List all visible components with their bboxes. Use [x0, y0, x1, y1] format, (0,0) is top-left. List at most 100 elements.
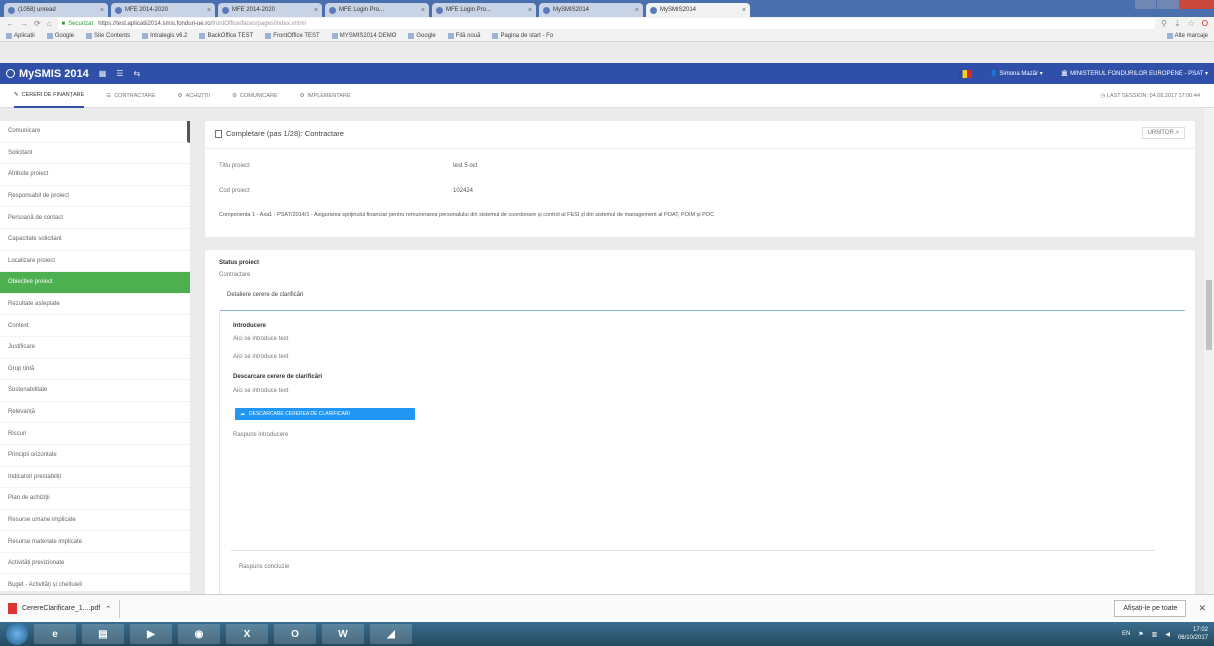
downloaded-file[interactable]: CerereClarificare_1....pdf ⌃ — [8, 599, 121, 618]
divider — [231, 550, 1155, 551]
next-step-button[interactable]: URMTOR > — [1141, 127, 1185, 139]
browser-tab-active[interactable]: MySMIS2014 × — [646, 3, 750, 17]
sidebar-item-sustenabilitate[interactable]: Sustenabilitate — [0, 380, 190, 402]
tab-favicon-icon — [222, 6, 229, 14]
bookmark-item[interactable]: Google — [408, 32, 436, 39]
nav-tab-implementare[interactable]: ⚙ Implementare — [300, 93, 351, 99]
language-indicator[interactable]: EN — [1122, 631, 1130, 637]
taskbar-app-icon[interactable]: ◢ — [370, 624, 412, 644]
nav-tab-comunicare[interactable]: ⚙ Comunicare — [232, 93, 278, 99]
back-arrow-icon[interactable]: ← — [6, 19, 14, 28]
taskbar-word-icon[interactable]: W — [322, 624, 364, 644]
close-tab-icon[interactable]: × — [528, 7, 532, 14]
zoom-icon[interactable]: ⚲ — [1161, 19, 1167, 28]
sidebar-item-grup-tinta[interactable]: Grup țintă — [0, 359, 190, 381]
scrollbar-thumb[interactable] — [1206, 280, 1212, 350]
sidebar-item-plan-achizitii[interactable]: Plan de achiziții — [0, 488, 190, 510]
arrows-icon[interactable]: ⇆ — [133, 69, 140, 78]
sidebar-item-justificare[interactable]: Justificare — [0, 337, 190, 359]
nav-tab-achizitii[interactable]: ⚙ Achiziții — [178, 93, 210, 99]
taskbar-outlook-icon[interactable]: O — [274, 624, 316, 644]
sidebar-item-capacitate[interactable]: Capacitate solicitant — [0, 229, 190, 251]
sidebar-item-comunicare[interactable]: Comunicare — [0, 121, 190, 143]
grid-menu-icon[interactable]: ▦ — [99, 69, 107, 78]
taskbar-clock[interactable]: 17:02 06/10/2017 — [1178, 626, 1208, 642]
browser-tab[interactable]: MFE 2014-2020 × — [218, 3, 322, 17]
tray-flag-icon[interactable]: ⚑ — [1138, 631, 1143, 638]
bookmark-item[interactable]: Site Contents — [86, 32, 130, 39]
bookmark-item[interactable]: Google — [46, 32, 74, 39]
sidebar-item-activitati[interactable]: Activități previzionate — [0, 553, 190, 575]
show-all-downloads-button[interactable]: Afișați-le pe toate — [1114, 600, 1187, 617]
bookmark-item[interactable]: Pagina de start - Fo — [492, 32, 553, 39]
other-bookmarks[interactable]: Alte marcaje — [1166, 32, 1208, 39]
sidebar-item-buget[interactable]: Buget - Activități și cheltuieli — [0, 574, 190, 597]
sidebar-item-obiective[interactable]: Obiective proiect — [0, 272, 190, 294]
organization-name: MINISTERUL FONDURILOR EUROPENE - PSAT — [1070, 71, 1204, 77]
maximize-button[interactable] — [1157, 0, 1179, 9]
bookmark-star-icon[interactable]: ☆ — [1188, 19, 1195, 28]
close-tab-icon[interactable]: × — [100, 7, 104, 14]
page-scrollbar[interactable] — [1204, 108, 1214, 595]
bookmark-item[interactable]: FrontOffice TEST — [265, 32, 320, 39]
download-text: Aici se introduce text — [233, 388, 289, 394]
taskbar-ie-icon[interactable]: e — [34, 624, 76, 644]
bookmark-item[interactable]: Intralegis v6.2 — [142, 32, 187, 39]
download-clarification-button[interactable]: ☁ Descarcare cererea de clarificari — [235, 408, 415, 420]
browser-tab[interactable]: MySMIS2014 × — [539, 3, 643, 17]
minimize-button[interactable] — [1135, 0, 1157, 9]
forward-arrow-icon[interactable]: → — [20, 19, 28, 28]
menu-toggle-icon[interactable]: ☰ — [116, 69, 123, 78]
close-tab-icon[interactable]: × — [314, 7, 318, 14]
tab-favicon-icon — [650, 6, 657, 14]
sidebar-item-resurse-materiale[interactable]: Resurse materiale implicate — [0, 531, 190, 553]
bookmark-item[interactable]: Filă nouă — [447, 32, 481, 39]
user-menu[interactable]: 👤 Simona Mazăr ▾ — [990, 70, 1043, 77]
sidebar-item-indicatori[interactable]: Indicatori prestabiliți — [0, 467, 190, 489]
nav-tab-cereri[interactable]: ✎ Cereri de finanțare — [14, 84, 85, 108]
close-tab-icon[interactable]: × — [742, 7, 746, 14]
nav-tab-contractare[interactable]: ☰ Contractare — [106, 93, 155, 99]
close-tab-icon[interactable]: × — [207, 7, 211, 14]
browser-tab[interactable]: MFE Login Pro... × — [432, 3, 536, 17]
taskbar-media-icon[interactable]: ▶ — [130, 624, 172, 644]
bookmark-item[interactable]: Aplicatii — [6, 32, 35, 39]
browser-tab[interactable]: MFE Login Pro... × — [325, 3, 429, 17]
network-icon[interactable]: ▥ — [1152, 631, 1158, 638]
bookmark-item[interactable]: BackOffice TEST — [199, 32, 253, 39]
sidebar-item-responsabil[interactable]: Responsabil de proiect — [0, 186, 190, 208]
address-bar: ← → ⟳ ⌂ ■ Securizat https://test.aplicat… — [0, 17, 1214, 30]
close-download-bar-icon[interactable]: ✕ — [1198, 603, 1206, 614]
browser-tab[interactable]: MFE 2014-2020 × — [111, 3, 215, 17]
sidebar-item-rezultate[interactable]: Rezultate așteptate — [0, 294, 190, 316]
taskbar-explorer-icon[interactable]: ▤ — [82, 624, 124, 644]
sidebar-item-persoana-contact[interactable]: Persoană de contact — [0, 207, 190, 229]
browser-tab[interactable]: (1058) unread × — [4, 3, 108, 17]
sidebar-item-atribute-proiect[interactable]: Atribute proiect — [0, 164, 190, 186]
volume-icon[interactable]: ◀ — [1165, 631, 1170, 638]
sidebar-item-solicitant[interactable]: Solicitant — [0, 143, 190, 165]
sidebar-item-principii[interactable]: Principii orizontale — [0, 445, 190, 467]
reload-icon[interactable]: ⟳ — [34, 19, 41, 28]
response-intro: Raspuns introducere — [233, 432, 289, 438]
taskbar-chrome-icon[interactable]: ◉ — [178, 624, 220, 644]
url-input[interactable]: ■ Securizat https://test.aplicatii2014.s… — [57, 18, 1156, 29]
sidebar-item-relevanta[interactable]: Relevanță — [0, 402, 190, 424]
taskbar-excel-icon[interactable]: X — [226, 624, 268, 644]
bookmark-label: Filă nouă — [455, 32, 481, 39]
sidebar-item-context[interactable]: Context — [0, 315, 190, 337]
close-window-button[interactable] — [1179, 0, 1214, 9]
app-logo[interactable]: MySMIS 2014 — [6, 68, 89, 80]
close-tab-icon[interactable]: × — [635, 7, 639, 14]
bookmark-item[interactable]: MYSMIS2014 DEMO — [331, 32, 396, 39]
organization-menu[interactable]: 🏛 MINISTERUL FONDURILOR EUROPENE - PSAT … — [1061, 70, 1208, 77]
close-tab-icon[interactable]: × — [421, 7, 425, 14]
start-button[interactable] — [6, 623, 28, 645]
home-icon[interactable]: ⌂ — [47, 19, 52, 28]
opera-icon[interactable]: O — [1202, 19, 1208, 28]
pin-icon[interactable]: ⇣ — [1174, 19, 1181, 28]
sidebar-item-localizare[interactable]: Localizare proiect — [0, 251, 190, 273]
sidebar-item-riscuri[interactable]: Riscuri — [0, 423, 190, 445]
sidebar-item-resurse-umane[interactable]: Resurse umane implicate — [0, 510, 190, 532]
chevron-up-icon[interactable]: ⌃ — [105, 605, 111, 613]
